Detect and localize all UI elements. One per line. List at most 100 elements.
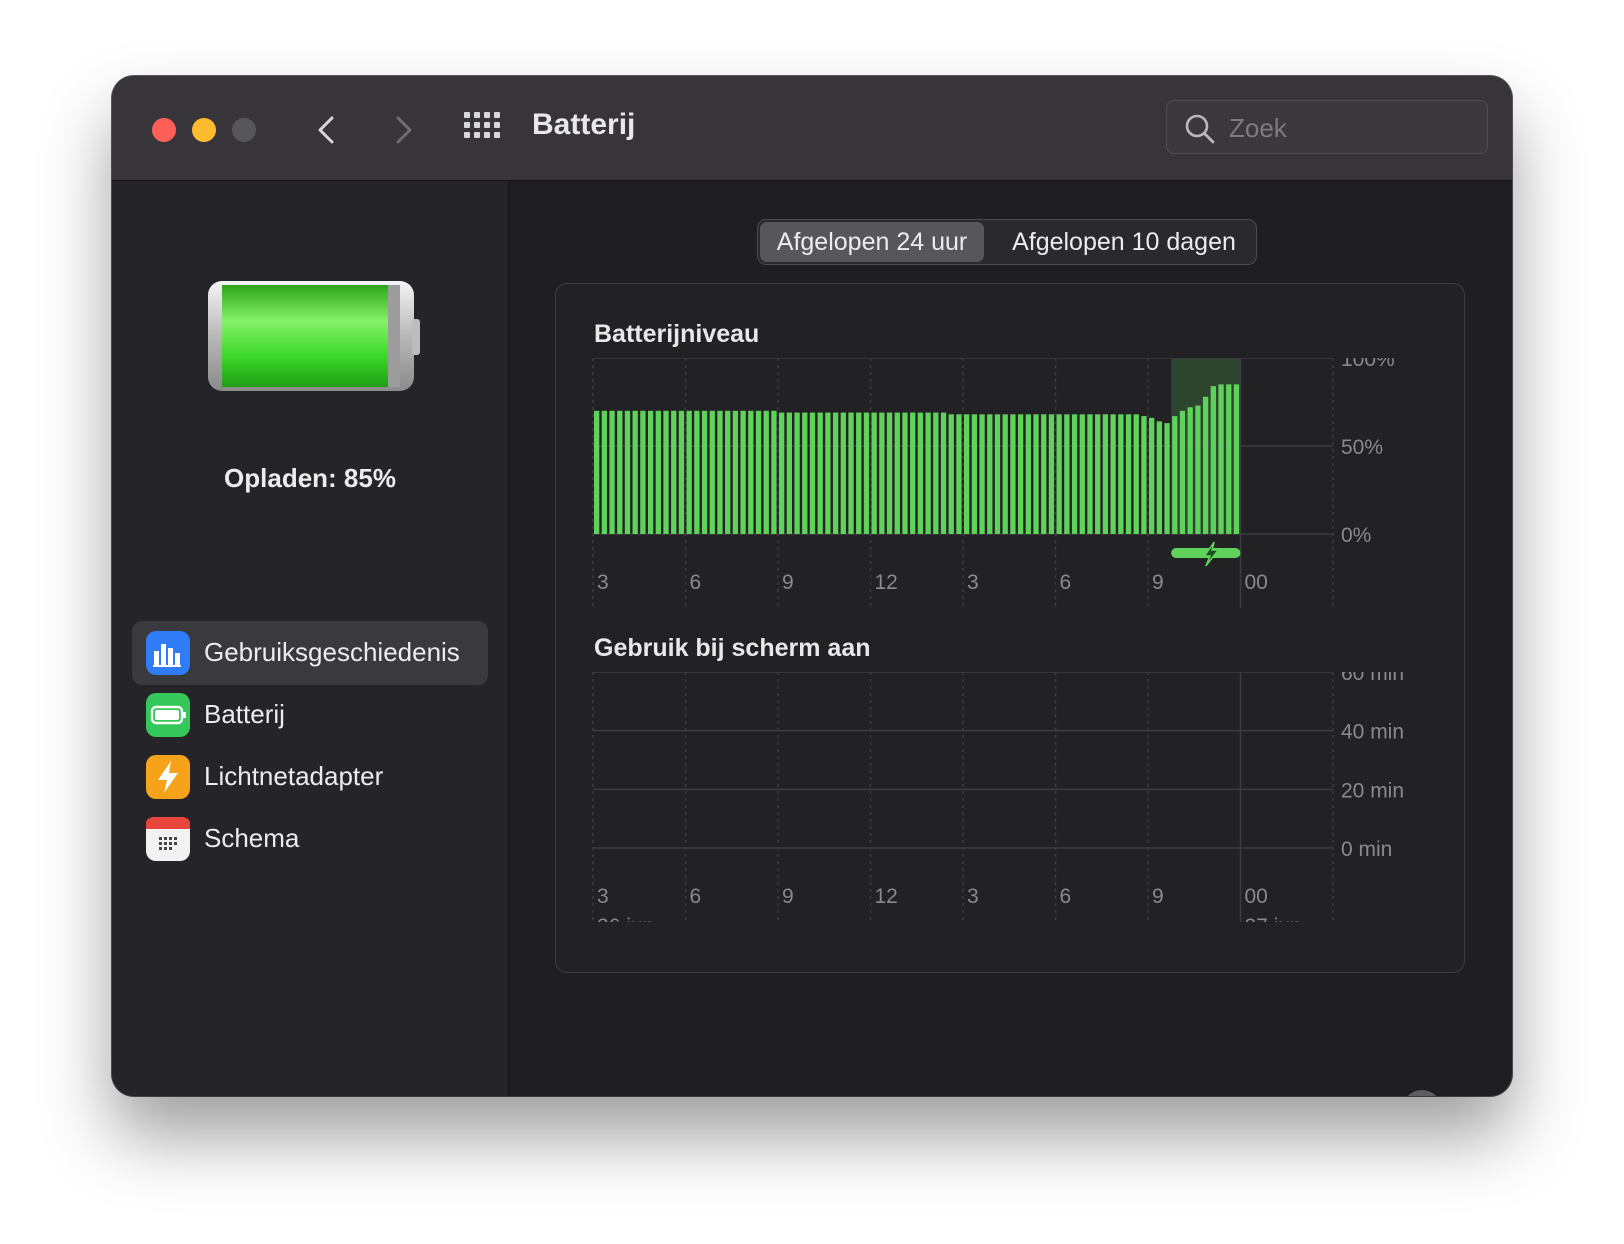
x-tick-label: 9 bbox=[1152, 885, 1164, 908]
main-content: Afgelopen 24 uur Afgelopen 10 dagen Batt… bbox=[509, 181, 1512, 1096]
y-tick-label: 50% bbox=[1341, 436, 1383, 459]
battery-level-bar bbox=[740, 410, 746, 534]
battery-level-bar bbox=[940, 412, 947, 534]
battery-level-bar bbox=[1172, 416, 1178, 534]
battery-level-bar bbox=[647, 410, 654, 534]
battery-level-bar bbox=[964, 414, 970, 534]
battery-level-bar bbox=[1110, 414, 1116, 534]
titlebar: Batterij bbox=[112, 76, 1512, 181]
bar-chart-icon bbox=[146, 631, 190, 675]
window-title: Batterij bbox=[532, 108, 636, 141]
grid-icon bbox=[464, 112, 500, 138]
battery-level-bar bbox=[786, 412, 793, 534]
x-tick-label: 12 bbox=[875, 571, 898, 594]
x-tick-label: 6 bbox=[1060, 571, 1072, 594]
battery-level-bar bbox=[617, 410, 623, 534]
battery-level-bar bbox=[1087, 414, 1093, 534]
battery-level-bar bbox=[601, 410, 608, 534]
minimize-button[interactable] bbox=[192, 118, 216, 142]
battery-level-bar bbox=[1025, 414, 1031, 534]
battery-level-bar bbox=[709, 410, 715, 534]
battery-level-title: Batterijniveau bbox=[594, 320, 760, 348]
close-button[interactable] bbox=[152, 118, 176, 142]
battery-level-bar bbox=[1102, 414, 1109, 534]
battery-level-bar bbox=[1164, 423, 1170, 534]
sidebar-item-battery[interactable]: Batterij bbox=[132, 683, 488, 747]
x-tick-label: 9 bbox=[782, 571, 794, 594]
battery-level-bar bbox=[925, 412, 931, 534]
battery-level-bar bbox=[1149, 417, 1155, 534]
x-tick-label: 00 bbox=[1245, 885, 1268, 908]
battery-level-bar bbox=[856, 412, 862, 534]
battery-level-bar bbox=[894, 412, 900, 534]
battery-level-bar bbox=[1071, 414, 1078, 534]
battery-level-bar bbox=[748, 410, 754, 534]
battery-level-bar bbox=[1195, 405, 1201, 534]
battery-level-bar bbox=[994, 414, 1001, 534]
battery-level-bar bbox=[663, 410, 669, 534]
battery-level-bar bbox=[886, 412, 893, 534]
sidebar-item-power-adapter[interactable]: Lichtnetadapter bbox=[132, 745, 488, 809]
battery-level-bar bbox=[956, 414, 962, 534]
battery-level-bar bbox=[933, 412, 939, 534]
chevron-left-icon bbox=[318, 116, 334, 144]
battery-level-chart: 100% 50% 0% 3 6 9 12 3 6 9 00 bbox=[592, 358, 1395, 608]
date-label: 27 jun. bbox=[1245, 915, 1308, 922]
battery-level-bar bbox=[694, 410, 700, 534]
battery-level-bar bbox=[655, 410, 661, 534]
battery-level-bar bbox=[632, 410, 638, 534]
x-tick-label: 3 bbox=[597, 571, 609, 594]
battery-level-bar bbox=[771, 410, 777, 534]
battery-level-bar bbox=[717, 410, 723, 534]
y-tick-label: 0% bbox=[1341, 524, 1371, 547]
sidebar-item-label: Batterij bbox=[204, 699, 285, 729]
x-tick-label: 6 bbox=[690, 571, 702, 594]
x-tick-label: 6 bbox=[1060, 885, 1072, 908]
battery-level-bar bbox=[725, 410, 731, 534]
sidebar-item-label: Gebruiksgeschiedenis bbox=[204, 637, 460, 667]
battery-level-bar bbox=[1125, 414, 1132, 534]
usage-history-panel: Batterijniveau 100% 50% 0% 3 6 9 12 3 6 9 00 Gebru… bbox=[555, 283, 1465, 973]
battery-level-bar bbox=[825, 412, 831, 534]
battery-level-bar bbox=[832, 412, 839, 534]
tab-last-10-days[interactable]: Afgelopen 10 dagen bbox=[992, 222, 1256, 262]
battery-level-bar bbox=[1064, 414, 1070, 534]
battery-level-bar bbox=[1156, 421, 1163, 534]
battery-level-bar bbox=[871, 412, 877, 534]
battery-level-bar bbox=[987, 414, 993, 534]
sidebar-item-usage-history[interactable]: Gebruiksgeschiedenis bbox=[132, 621, 488, 685]
battery-level-bar bbox=[686, 410, 692, 534]
show-all-button[interactable] bbox=[464, 112, 502, 146]
search-input[interactable] bbox=[1227, 109, 1471, 147]
battery-level-bar bbox=[1202, 396, 1209, 534]
battery-level-bar bbox=[624, 410, 631, 534]
help-button[interactable]: ? bbox=[1402, 1090, 1442, 1096]
y-tick-label: 20 min bbox=[1341, 779, 1404, 802]
calendar-icon bbox=[146, 817, 190, 861]
battery-level-bar bbox=[640, 410, 646, 534]
battery-level-bar bbox=[678, 410, 685, 534]
y-tick-label: 40 min bbox=[1341, 721, 1404, 744]
date-label: 26 jun. bbox=[597, 915, 660, 922]
battery-level-bar bbox=[1048, 414, 1055, 534]
battery-level-bar bbox=[594, 410, 600, 534]
battery-level-bar bbox=[732, 410, 739, 534]
tab-last-24-hours[interactable]: Afgelopen 24 uur bbox=[760, 222, 984, 262]
forward-button[interactable] bbox=[382, 110, 422, 150]
battery-level-bar bbox=[763, 410, 769, 534]
sidebar-item-label: Lichtnetadapter bbox=[204, 761, 384, 791]
battery-level-bar bbox=[794, 412, 800, 534]
x-tick-label: 3 bbox=[967, 885, 979, 908]
back-button[interactable] bbox=[308, 110, 348, 150]
battery-level-bar bbox=[779, 412, 785, 534]
search-field[interactable] bbox=[1166, 100, 1488, 154]
sidebar-item-schedule[interactable]: Schema bbox=[132, 807, 488, 871]
battery-level-bar bbox=[1187, 407, 1193, 534]
battery-level-bar bbox=[840, 412, 846, 534]
lightning-icon bbox=[146, 755, 190, 799]
battery-level-bar bbox=[848, 412, 854, 534]
battery-level-bar bbox=[1233, 384, 1240, 534]
battery-level-bar bbox=[755, 410, 762, 534]
x-tick-label: 9 bbox=[1152, 571, 1164, 594]
zoom-button[interactable] bbox=[232, 118, 256, 142]
